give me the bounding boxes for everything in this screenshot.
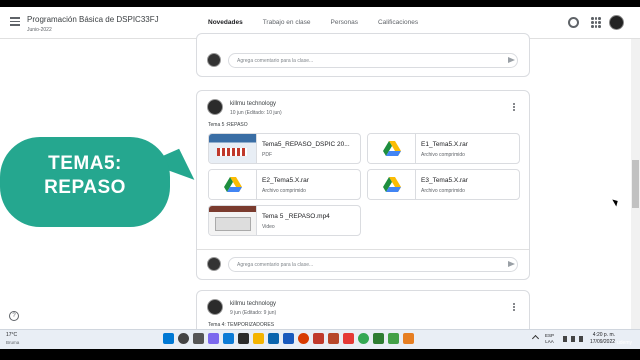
chrome-icon[interactable] xyxy=(358,333,369,344)
post-author: killmu technology xyxy=(230,301,277,307)
keyboard-layout: LAA xyxy=(545,339,554,344)
app-icon[interactable] xyxy=(403,333,414,344)
send-icon[interactable] xyxy=(508,261,515,267)
commenter-avatar xyxy=(207,257,221,271)
attachment-name: Tema 5 _REPASO.mp4 xyxy=(262,213,330,220)
file-explorer-icon[interactable] xyxy=(253,333,264,344)
clock-time: 4:20 p. m. xyxy=(592,332,616,338)
store-icon[interactable] xyxy=(238,333,249,344)
attachment-type: PDF xyxy=(262,152,272,158)
attachment-name: E1_Tema5.X.rar xyxy=(421,141,468,148)
app-icon[interactable] xyxy=(313,333,324,344)
post-card-tema5: killmu technology 10 jun (Editado: 10 ju… xyxy=(196,90,530,280)
comment-input[interactable]: Agrega comentario para la clase... xyxy=(228,257,518,272)
callout-text: TEMA5: REPASO xyxy=(0,152,170,200)
attachment-pdf[interactable]: Tema5_REPASO_DSPIC 20... PDF xyxy=(208,133,361,164)
send-icon[interactable] xyxy=(508,57,515,63)
attachment-rar-e2[interactable]: E2_Tema5.X.rar Archivo comprimido xyxy=(208,169,361,200)
google-drive-icon xyxy=(383,177,401,192)
course-title[interactable]: Programación Básica de DSPIC33FJ xyxy=(27,15,159,24)
attachment-name: E2_Tema5.X.rar xyxy=(262,177,309,184)
weather-temperature[interactable]: 17°C xyxy=(6,332,17,338)
attachment-video[interactable]: Tema 5 _REPASO.mp4 Video xyxy=(208,205,361,236)
taskbar-apps xyxy=(163,333,414,344)
more-options-icon[interactable] xyxy=(513,103,516,112)
mail-icon[interactable] xyxy=(268,333,279,344)
attachment-type: Archivo comprimido xyxy=(421,188,465,194)
post-date: 10 jun (Editado: 10 jun) xyxy=(230,110,282,116)
opera-icon[interactable] xyxy=(298,333,309,344)
attachment-type: Video xyxy=(262,224,275,230)
help-icon[interactable]: ? xyxy=(9,311,19,321)
author-avatar xyxy=(207,99,223,115)
attachment-name: Tema5_REPASO_DSPIC 20... xyxy=(262,141,350,148)
system-tray-icons[interactable] xyxy=(563,336,585,342)
callout-line-2: REPASO xyxy=(44,177,126,198)
author-avatar xyxy=(207,299,223,315)
divider xyxy=(197,249,529,250)
task-view-icon[interactable] xyxy=(193,333,204,344)
chevron-up-icon[interactable] xyxy=(531,334,540,343)
course-subtitle: Junio-2022 xyxy=(27,27,52,33)
weather-description: Bruma xyxy=(6,340,20,345)
app-icon[interactable] xyxy=(373,333,384,344)
google-drive-icon xyxy=(224,177,242,192)
callout-line-1: TEMA5: xyxy=(48,153,122,174)
screen: Programación Básica de DSPIC33FJ Junio-2… xyxy=(0,0,640,360)
account-avatar[interactable] xyxy=(609,15,624,30)
google-drive-thumbnail xyxy=(209,170,257,199)
video-thumbnail xyxy=(209,206,257,235)
comment-row: Agrega comentario para la clase... xyxy=(197,252,529,278)
post-text: Tema 4: TEMPORIZADORES xyxy=(208,322,275,328)
google-drive-thumbnail xyxy=(368,170,416,199)
post-text: Tema 5 :REPASO xyxy=(208,122,248,128)
google-drive-thumbnail xyxy=(368,134,416,163)
chat-icon[interactable] xyxy=(208,333,219,344)
google-drive-icon xyxy=(383,141,401,156)
word-icon[interactable] xyxy=(283,333,294,344)
search-icon[interactable] xyxy=(178,333,189,344)
comment-row: Agrega comentario para la clase... xyxy=(197,48,529,74)
page-scrollbar[interactable] xyxy=(631,39,640,349)
settings-gear-icon[interactable] xyxy=(568,17,579,28)
language-indicator[interactable]: ESP LAA xyxy=(545,333,554,345)
post-date: 9 jun (Editado: 9 jun) xyxy=(230,310,277,316)
pdf-thumbnail xyxy=(209,134,257,163)
powerpoint-icon[interactable] xyxy=(328,333,339,344)
post-author: killmu technology xyxy=(230,101,277,107)
letterbox-bottom xyxy=(0,349,640,360)
windows-taskbar: 17°C Bruma ESP LAA 4:20 p. m. 17/09/2022 xyxy=(0,329,640,349)
clock-date: 17/09/2022 xyxy=(590,339,616,345)
more-options-icon[interactable] xyxy=(513,303,516,312)
previous-post-card: Agrega comentario para la clase... xyxy=(196,33,530,77)
attachment-rar-e1[interactable]: E1_Tema5.X.rar Archivo comprimido xyxy=(367,133,520,164)
attachment-type: Archivo comprimido xyxy=(421,152,465,158)
windows-start-icon[interactable] xyxy=(163,333,174,344)
app-icon[interactable] xyxy=(388,333,399,344)
class-stream: Agrega comentario para la clase... killm… xyxy=(196,33,530,360)
mouse-cursor-icon xyxy=(612,197,620,207)
edge-icon[interactable] xyxy=(223,333,234,344)
apps-grid-icon[interactable] xyxy=(591,17,602,28)
attachment-name: E3_Tema5.X.rar xyxy=(421,177,468,184)
comment-input[interactable]: Agrega comentario para la clase... xyxy=(228,53,518,68)
scrollbar-thumb[interactable] xyxy=(632,160,639,208)
letterbox-top xyxy=(0,0,640,7)
hamburger-menu-icon[interactable] xyxy=(10,17,20,26)
attachment-type: Archivo comprimido xyxy=(262,188,306,194)
commenter-avatar xyxy=(207,53,221,67)
udemy-watermark: udemy xyxy=(617,340,633,346)
acrobat-icon[interactable] xyxy=(343,333,354,344)
clock[interactable]: 4:20 p. m. 17/09/2022 xyxy=(590,332,615,346)
attachment-rar-e3[interactable]: E3_Tema5.X.rar Archivo comprimido xyxy=(367,169,520,200)
